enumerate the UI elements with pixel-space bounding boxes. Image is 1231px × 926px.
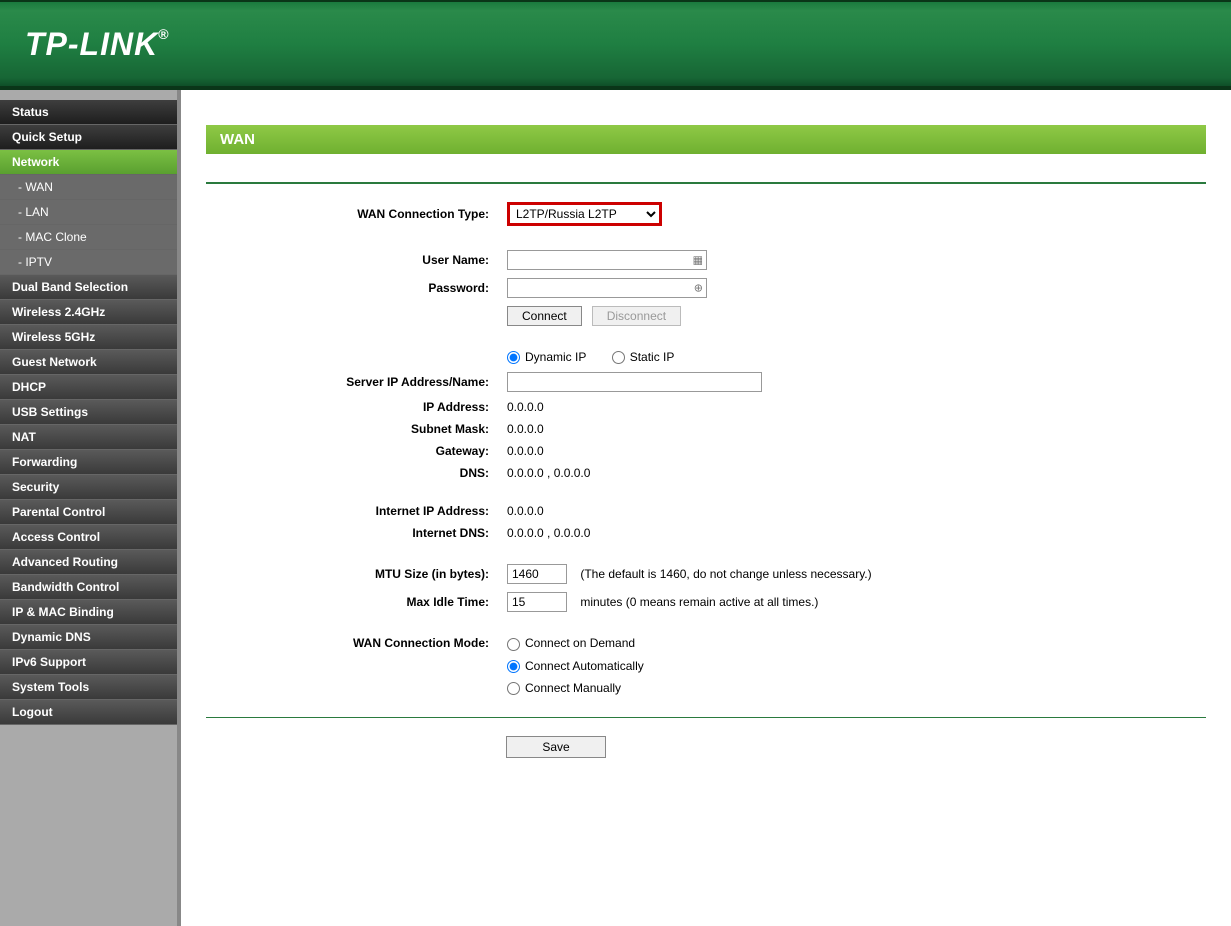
wan-form: WAN Connection Type: L2TP/Russia L2TP Us… [206, 198, 1206, 699]
radio-dynamic-ip[interactable]: Dynamic IP [507, 350, 586, 364]
label-conn-mode: WAN Connection Mode: [206, 632, 501, 654]
value-ip: 0.0.0.0 [501, 396, 1206, 418]
label-max-idle: Max Idle Time: [206, 588, 501, 616]
sidebar-item-advanced-routing[interactable]: Advanced Routing [0, 550, 177, 575]
sidebar-item-logout[interactable]: Logout [0, 700, 177, 725]
sidebar-item-wireless-2-4ghz[interactable]: Wireless 2.4GHz [0, 300, 177, 325]
label-username: User Name: [206, 246, 501, 274]
label-password: Password: [206, 274, 501, 302]
radio-manual-input[interactable] [507, 682, 520, 695]
label-dns: DNS: [206, 462, 501, 484]
disconnect-button[interactable]: Disconnect [592, 306, 681, 326]
sidebar-item-guest-network[interactable]: Guest Network [0, 350, 177, 375]
sidebar-item-wan[interactable]: - WAN [0, 175, 177, 200]
label-subnet: Subnet Mask: [206, 418, 501, 440]
mtu-input[interactable] [507, 564, 567, 584]
label-server: Server IP Address/Name: [206, 368, 501, 396]
wan-connection-type-select[interactable]: L2TP/Russia L2TP [507, 202, 662, 226]
sidebar-item-nat[interactable]: NAT [0, 425, 177, 450]
sidebar-item-ip-mac-binding[interactable]: IP & MAC Binding [0, 600, 177, 625]
radio-static-ip-input[interactable] [612, 351, 625, 364]
radio-dynamic-ip-input[interactable] [507, 351, 520, 364]
sidebar-item-usb-settings[interactable]: USB Settings [0, 400, 177, 425]
sidebar-item-bandwidth-control[interactable]: Bandwidth Control [0, 575, 177, 600]
label-conn-type: WAN Connection Type: [206, 198, 501, 230]
sidebar-item-wireless-5ghz[interactable]: Wireless 5GHz [0, 325, 177, 350]
label-ip: IP Address: [206, 396, 501, 418]
sidebar-item-status[interactable]: Status [0, 100, 177, 125]
save-row: Save [206, 736, 1206, 758]
radio-on-demand-input[interactable] [507, 638, 520, 651]
page-title: WAN [206, 125, 1206, 154]
main-container: StatusQuick SetupNetwork- WAN- LAN- MAC … [0, 90, 1231, 926]
app-header: TP-LINK® [0, 0, 1231, 90]
sidebar-item-dhcp[interactable]: DHCP [0, 375, 177, 400]
sidebar-item-security[interactable]: Security [0, 475, 177, 500]
max-idle-input[interactable] [507, 592, 567, 612]
sidebar-item-system-tools[interactable]: System Tools [0, 675, 177, 700]
brand-logo: TP-LINK® [25, 26, 170, 63]
note-max-idle: minutes (0 means remain active at all ti… [580, 595, 818, 609]
value-internet-dns: 0.0.0.0 , 0.0.0.0 [501, 522, 1206, 544]
brand-text: TP-LINK [25, 26, 158, 62]
value-subnet: 0.0.0.0 [501, 418, 1206, 440]
radio-manual[interactable]: Connect Manually [507, 681, 621, 695]
note-mtu: (The default is 1460, do not change unle… [580, 567, 871, 581]
value-internet-ip: 0.0.0.0 [501, 500, 1206, 522]
label-mtu: MTU Size (in bytes): [206, 560, 501, 588]
radio-auto[interactable]: Connect Automatically [507, 659, 644, 673]
label-gateway: Gateway: [206, 440, 501, 462]
sidebar-item-ipv6-support[interactable]: IPv6 Support [0, 650, 177, 675]
value-dns: 0.0.0.0 , 0.0.0.0 [501, 462, 1206, 484]
sidebar-item-parental-control[interactable]: Parental Control [0, 500, 177, 525]
sidebar-item-lan[interactable]: - LAN [0, 200, 177, 225]
sidebar-item-mac-clone[interactable]: - MAC Clone [0, 225, 177, 250]
sidebar-item-quick-setup[interactable]: Quick Setup [0, 125, 177, 150]
radio-auto-input[interactable] [507, 660, 520, 673]
divider [206, 717, 1206, 718]
connect-button[interactable]: Connect [507, 306, 582, 326]
username-input[interactable] [507, 250, 707, 270]
radio-static-ip[interactable]: Static IP [612, 350, 675, 364]
server-ip-input[interactable] [507, 372, 762, 392]
label-internet-dns: Internet DNS: [206, 522, 501, 544]
sidebar-item-forwarding[interactable]: Forwarding [0, 450, 177, 475]
sidebar-item-dual-band-selection[interactable]: Dual Band Selection [0, 275, 177, 300]
content-area: WAN WAN Connection Type: L2TP/Russia L2T… [181, 90, 1231, 926]
sidebar-item-access-control[interactable]: Access Control [0, 525, 177, 550]
save-button[interactable]: Save [506, 736, 606, 758]
divider [206, 182, 1206, 184]
label-internet-ip: Internet IP Address: [206, 500, 501, 522]
sidebar-nav: StatusQuick SetupNetwork- WAN- LAN- MAC … [0, 90, 181, 926]
sidebar-item-network[interactable]: Network [0, 150, 177, 175]
sidebar-item-iptv[interactable]: - IPTV [0, 250, 177, 275]
password-input[interactable] [507, 278, 707, 298]
value-gateway: 0.0.0.0 [501, 440, 1206, 462]
registered-icon: ® [158, 26, 169, 42]
radio-on-demand[interactable]: Connect on Demand [507, 636, 635, 650]
sidebar-item-dynamic-dns[interactable]: Dynamic DNS [0, 625, 177, 650]
